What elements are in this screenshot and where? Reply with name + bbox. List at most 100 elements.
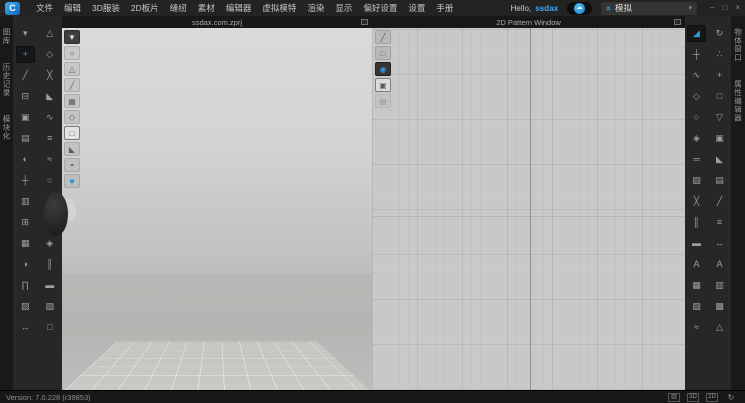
tab-history[interactable]: 历史记录 (1, 63, 12, 97)
arrange-garment-tool-icon[interactable]: ▣ (16, 109, 35, 126)
cloud-sync-button[interactable]: ☁ (567, 2, 592, 15)
tab-object-window[interactable]: 物体窗口 (733, 28, 744, 62)
wrinkle-tool-icon[interactable]: ≈ (40, 151, 59, 168)
cut-pattern-tool-icon[interactable]: ╳ (687, 193, 706, 210)
float-window-icon[interactable] (674, 19, 681, 25)
menu-edit[interactable]: 编辑 (64, 2, 81, 14)
print-layout-tool-icon[interactable]: ▥ (710, 277, 729, 294)
measure-2d-tool-icon[interactable]: ↔ (710, 235, 729, 252)
pattern-info-toggle-icon[interactable]: ◉ (375, 62, 391, 76)
pattern-label-tool-icon[interactable]: A (710, 256, 729, 273)
circle-tool-icon[interactable]: ○ (687, 109, 706, 126)
pin-tool-icon[interactable]: ┼ (16, 172, 35, 189)
maximize-button[interactable]: □ (722, 1, 727, 15)
segment-sewing-tool-icon[interactable]: ║ (687, 214, 706, 231)
tab-modular[interactable]: 模块化 (1, 115, 12, 141)
tension-map-tool-icon[interactable]: ∿ (40, 109, 59, 126)
pants-tool-icon[interactable]: ∏ (16, 277, 35, 294)
sync-icon[interactable]: ↻ (725, 393, 737, 402)
shirring-tool-icon[interactable]: ≈ (687, 319, 706, 336)
menu-editor[interactable]: 编辑器 (226, 2, 252, 14)
transform-pattern-tool-icon[interactable]: ◢ (687, 25, 706, 42)
dropdown-caret-icon[interactable]: ▾ (689, 4, 693, 12)
show-garment-toggle-icon[interactable]: ▼ (64, 30, 80, 44)
grading-tool-icon[interactable]: ▦ (687, 277, 706, 294)
texture-tool-icon[interactable]: ▨ (16, 298, 35, 315)
zipper-tool-icon[interactable]: ║ (40, 256, 59, 273)
menu-manual[interactable]: 手册 (436, 2, 453, 14)
fabric-roll-tool-icon[interactable]: ▬ (40, 277, 59, 294)
menu-virtual-avatar[interactable]: 虚拟模特 (262, 2, 296, 14)
rotate-pattern-tool-icon[interactable]: ↻ (710, 25, 729, 42)
trace-tool-icon[interactable]: ▨ (687, 172, 706, 189)
jacket-tool-icon[interactable]: ▦ (16, 235, 35, 252)
tab-property-editor[interactable]: 属性编辑器 (733, 80, 744, 123)
baseline-tool-icon[interactable]: ═ (687, 151, 706, 168)
close-button[interactable]: × (735, 1, 740, 15)
float-window-icon[interactable] (361, 19, 368, 25)
app-logo-icon[interactable]: C (5, 2, 20, 15)
add-point-tool-icon[interactable]: + (710, 67, 729, 84)
edit-pattern-tool-icon[interactable]: ┼ (687, 46, 706, 63)
free-sewing-tool-icon[interactable]: ╱ (710, 193, 729, 210)
menu-render[interactable]: 渲染 (307, 2, 324, 14)
polygon-tool-icon[interactable]: ◇ (687, 88, 706, 105)
show-paper-toggle-icon[interactable]: ▣ (375, 78, 391, 92)
stitch-tool-icon[interactable]: ≡ (40, 130, 59, 147)
shirt-fold-tool-icon[interactable]: ◑ (16, 256, 35, 273)
internal-polygon-tool-icon[interactable]: ◈ (687, 130, 706, 147)
edit-pin-tool-icon[interactable]: ╱ (16, 67, 35, 84)
menu-material[interactable]: 素材 (198, 2, 215, 14)
iron-2d-tool-icon[interactable]: ◣ (710, 151, 729, 168)
avatar-pose-tool-icon[interactable]: △ (40, 25, 59, 42)
username-link[interactable]: ssdax (535, 4, 558, 13)
show-stroke-toggle-icon[interactable]: ╱ (375, 30, 391, 44)
show-pin-toggle-icon[interactable]: ╱ (64, 78, 80, 92)
trim-tool-icon[interactable]: ▧ (40, 298, 59, 315)
menu-display[interactable]: 显示 (335, 2, 352, 14)
viewport-3d[interactable]: ▼○△╱▦◇□◣◓● (62, 28, 372, 390)
viewport-2d[interactable]: ╱ □ ◉ ▣ ▤ (372, 28, 685, 390)
split-view-button[interactable]: ▥ (668, 393, 680, 402)
fabric-tool-icon[interactable]: ▥ (16, 193, 35, 210)
menu-3d-garment[interactable]: 3D服装 (92, 2, 120, 14)
select-mesh-tool-icon[interactable]: ◇ (40, 46, 59, 63)
show-head-toggle-icon[interactable]: ◓ (64, 158, 80, 172)
menu-sewing[interactable]: 缝纫 (170, 2, 187, 14)
weave-tool-icon[interactable]: ▩ (710, 298, 729, 315)
show-environment-toggle-icon[interactable]: ● (64, 174, 80, 188)
pocket-tool-icon[interactable]: ⊞ (16, 214, 35, 231)
menu-file[interactable]: 文件 (36, 2, 53, 14)
fold-arrangement-tool-icon[interactable]: ⊟ (16, 88, 35, 105)
multi-segment-sewing-tool-icon[interactable]: ≡ (710, 214, 729, 231)
edit-curve-tool-icon[interactable]: ∿ (687, 67, 706, 84)
select-move-tool-icon[interactable]: + (16, 46, 35, 63)
show-grid-toggle-icon[interactable]: ▤ (375, 94, 391, 108)
spare-tool-icon[interactable]: □ (40, 319, 59, 336)
dart-tool-icon[interactable]: ▽ (710, 109, 729, 126)
tab-library[interactable]: 图库 (1, 28, 12, 45)
view-3d-button[interactable]: 3D (687, 393, 699, 402)
window-3d-titlebar[interactable]: ssdax.com.zprj (62, 16, 372, 28)
figure-tool-icon[interactable]: △ (710, 319, 729, 336)
text-tool-icon[interactable]: A (687, 256, 706, 273)
rectangle-tool-icon[interactable]: □ (710, 88, 729, 105)
seam-allowance-tool-icon[interactable]: ▬ (687, 235, 706, 252)
window-2d-titlebar[interactable]: 2D Pattern Window (372, 16, 685, 28)
view-2d-button[interactable]: 2D (706, 393, 718, 402)
zipper-puller-tool-icon[interactable]: ◈ (40, 235, 59, 252)
simulate-button[interactable]: « 模拟 ▾ (601, 2, 697, 15)
import-garment-tool-icon[interactable]: ▾ (16, 25, 35, 42)
show-shoe-toggle-icon[interactable]: ◣ (64, 142, 80, 156)
edit-point-tool-icon[interactable]: ∴ (710, 46, 729, 63)
show-arrangement-toggle-icon[interactable]: □ (64, 126, 80, 140)
minimize-button[interactable]: – (710, 1, 714, 15)
show-shirt-toggle-icon[interactable]: △ (64, 62, 80, 76)
cut-and-sew-tool-icon[interactable]: ╳ (40, 67, 59, 84)
show-mesh-toggle-icon[interactable]: ▦ (64, 94, 80, 108)
menu-settings[interactable]: 设置 (408, 2, 425, 14)
texture-editor-tool-icon[interactable]: ▧ (687, 298, 706, 315)
show-pattern-toggle-icon[interactable]: □ (375, 46, 391, 60)
measure-tool-icon[interactable]: ↔ (16, 319, 35, 336)
show-avatar-toggle-icon[interactable]: ◇ (64, 110, 80, 124)
